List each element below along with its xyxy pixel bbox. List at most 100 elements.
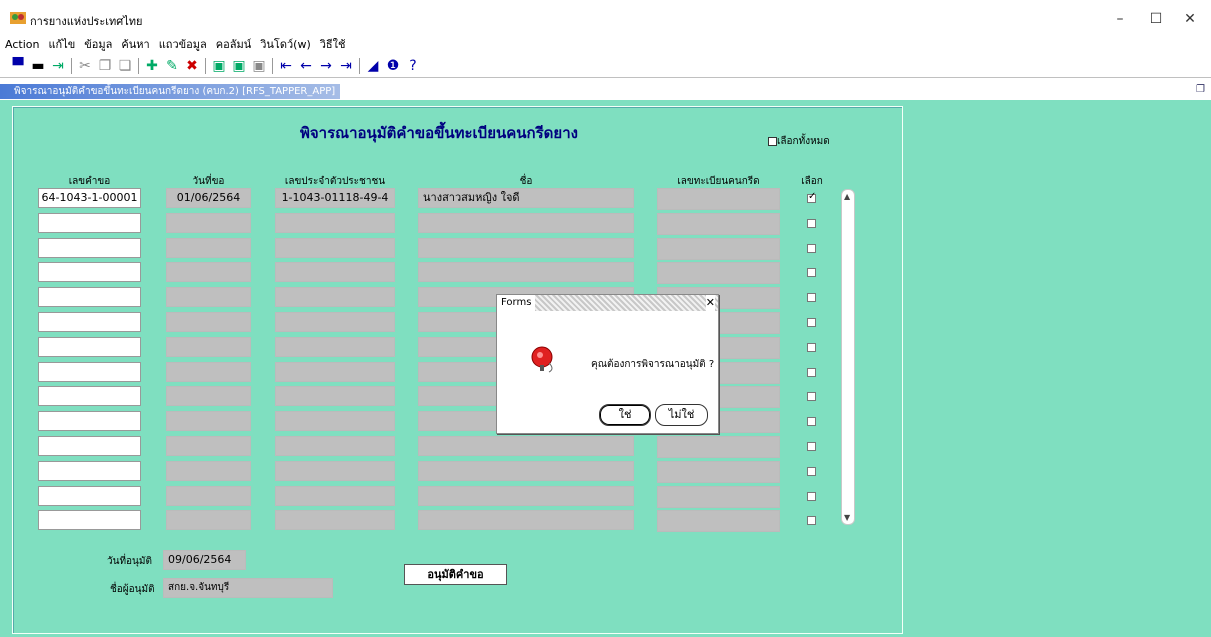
row-select-checkbox[interactable] (807, 268, 816, 278)
citizen-id-field[interactable] (275, 485, 395, 506)
name-field[interactable] (418, 237, 634, 258)
menu-edit[interactable]: แก้ไข (43, 36, 79, 54)
info-icon[interactable]: ❶ (384, 57, 402, 75)
request-date-field[interactable] (166, 312, 251, 332)
menu-data[interactable]: ข้อมูล (79, 36, 116, 54)
menu-columns[interactable]: คอลัมน์ (211, 36, 255, 54)
registration-no-field[interactable] (657, 262, 780, 285)
name-field[interactable] (418, 212, 634, 233)
query-cancel-icon[interactable]: ▣ (250, 57, 268, 75)
row-select-checkbox[interactable] (807, 466, 816, 476)
name-field[interactable] (418, 436, 634, 456)
citizen-id-field[interactable] (275, 287, 395, 308)
request-date-field[interactable] (166, 262, 251, 283)
approver-field[interactable]: สกย.จ.จันทบุรี (163, 578, 333, 598)
citizen-id-field[interactable] (275, 436, 395, 456)
maximize-button[interactable]: ☐ (1141, 8, 1171, 30)
insert-record-icon[interactable]: ✚ (143, 57, 161, 75)
chart-icon[interactable]: ◢ (364, 57, 382, 75)
row-select-checkbox[interactable] (807, 218, 816, 228)
cut-icon[interactable]: ✂ (76, 57, 94, 75)
paste-icon[interactable]: ❏ (116, 57, 134, 75)
citizen-id-field[interactable] (275, 510, 395, 531)
registration-no-field[interactable] (657, 212, 780, 235)
request-date-field[interactable] (166, 386, 251, 407)
request-no-field[interactable] (38, 361, 141, 382)
table-scrollbar[interactable]: ▲ ▼ (841, 189, 855, 525)
select-all-checkbox[interactable] (768, 136, 777, 146)
request-date-field[interactable] (166, 436, 251, 456)
close-button[interactable]: ✕ (1175, 8, 1205, 30)
name-field[interactable] (418, 460, 634, 481)
minimize-button[interactable]: – (1105, 8, 1135, 30)
request-date-field[interactable] (166, 287, 251, 308)
request-no-field[interactable] (38, 262, 141, 283)
citizen-id-field[interactable]: 1-1043-01118-49-4 (275, 188, 395, 208)
request-no-field[interactable] (38, 436, 141, 456)
row-select-checkbox[interactable] (807, 293, 816, 303)
request-no-field[interactable] (38, 312, 141, 332)
row-select-checkbox[interactable] (807, 342, 816, 352)
request-no-field[interactable] (38, 510, 141, 531)
name-field[interactable] (418, 262, 634, 283)
registration-no-field[interactable] (657, 485, 780, 508)
menu-help[interactable]: วิธีใช้ (315, 36, 350, 54)
citizen-id-field[interactable] (275, 411, 395, 432)
row-select-checkbox[interactable] (807, 442, 816, 451)
query-enter-icon[interactable]: ▣ (210, 57, 228, 75)
last-record-icon[interactable]: ⇥ (337, 57, 355, 75)
help-icon[interactable]: ? (404, 57, 422, 75)
copy-icon[interactable]: ❐ (96, 57, 114, 75)
select-all[interactable]: เลือกทั้งหมด (768, 134, 830, 149)
row-select-checkbox[interactable] (807, 191, 816, 203)
registration-no-field[interactable] (657, 510, 780, 533)
citizen-id-field[interactable] (275, 312, 395, 332)
menu-rows[interactable]: แถวข้อมูล (154, 36, 211, 54)
menu-search[interactable]: ค้นหา (116, 36, 153, 54)
citizen-id-field[interactable] (275, 212, 395, 233)
first-record-icon[interactable]: ⇤ (277, 57, 295, 75)
request-date-field[interactable] (166, 212, 251, 233)
dialog-yes-button[interactable]: ใช่ (599, 404, 651, 426)
menu-window[interactable]: วินโดว์(w) (255, 36, 315, 54)
request-no-field[interactable] (38, 485, 141, 506)
query-execute-icon[interactable]: ▣ (230, 57, 248, 75)
row-select-checkbox[interactable] (807, 318, 816, 327)
row-select-checkbox[interactable] (807, 491, 816, 501)
name-field[interactable]: นางสาวสมหญิง ใจดี (418, 188, 634, 208)
approve-date-field[interactable]: 09/06/2564 (163, 550, 246, 570)
request-date-field[interactable]: 01/06/2564 (166, 188, 251, 208)
request-date-field[interactable] (166, 485, 251, 506)
approve-request-button[interactable]: อนุมัติคำขอ (404, 564, 507, 585)
citizen-id-field[interactable] (275, 386, 395, 407)
citizen-id-field[interactable] (275, 460, 395, 481)
row-select-checkbox[interactable] (807, 367, 816, 377)
name-field[interactable] (418, 510, 634, 531)
citizen-id-field[interactable] (275, 361, 395, 382)
request-date-field[interactable] (166, 361, 251, 382)
request-date-field[interactable] (166, 336, 251, 357)
menu-action[interactable]: Action (0, 36, 43, 54)
request-no-field[interactable] (38, 212, 141, 233)
next-record-icon[interactable]: → (317, 57, 335, 75)
dialog-close-button[interactable]: ✕ (705, 295, 715, 311)
row-select-checkbox[interactable] (807, 417, 816, 427)
request-no-field[interactable] (38, 237, 141, 258)
restore-icon[interactable]: ❐ (1196, 84, 1205, 95)
registration-no-field[interactable] (657, 436, 780, 458)
request-date-field[interactable] (166, 411, 251, 432)
row-select-checkbox[interactable] (807, 392, 816, 402)
request-date-field[interactable] (166, 460, 251, 481)
request-no-field[interactable] (38, 336, 141, 357)
request-no-field[interactable]: 64-1043-1-00001 (38, 188, 141, 208)
request-no-field[interactable] (38, 287, 141, 308)
registration-no-field[interactable] (657, 460, 780, 483)
scroll-up-icon[interactable]: ▲ (844, 192, 850, 201)
citizen-id-field[interactable] (275, 262, 395, 283)
registration-no-field[interactable] (657, 188, 780, 210)
delete-record-icon[interactable]: ✖ (183, 57, 201, 75)
previous-record-icon[interactable]: ← (297, 57, 315, 75)
edit-record-icon[interactable]: ✎ (163, 57, 181, 75)
registration-no-field[interactable] (657, 237, 780, 260)
scroll-down-icon[interactable]: ▼ (844, 513, 850, 522)
